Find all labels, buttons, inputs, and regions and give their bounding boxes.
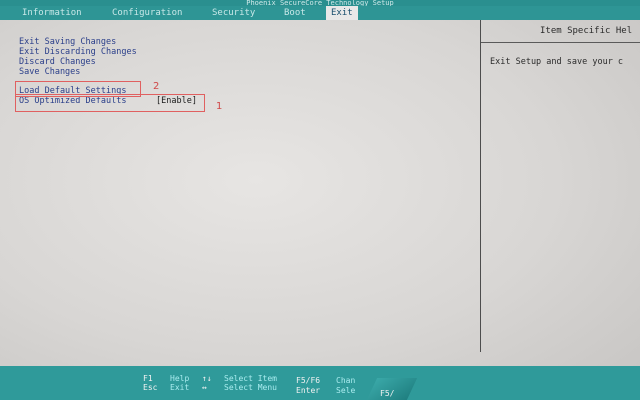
key-f1-desc: Help bbox=[170, 374, 190, 383]
key-enter-desc: Sele bbox=[336, 386, 356, 395]
annotation-number-1: 1 bbox=[216, 101, 223, 112]
key-up-down-arrows: ↑↓ bbox=[202, 374, 212, 383]
option-discard-changes[interactable]: Discard Changes bbox=[19, 57, 96, 67]
tab-information[interactable]: Information bbox=[22, 6, 82, 20]
key-f1: F1 bbox=[143, 374, 153, 383]
key-left-right-arrows: ↔ bbox=[202, 383, 207, 392]
option-save-changes[interactable]: Save Changes bbox=[19, 67, 80, 77]
key-help-bar: F1 Help Esc Exit ↑↓ Select Item ↔ Select… bbox=[0, 366, 640, 400]
key-left-right-desc: Select Menu bbox=[224, 383, 277, 392]
annotation-number-2: 2 bbox=[153, 81, 160, 92]
key-enter: Enter bbox=[296, 386, 321, 395]
option-exit-discarding-changes[interactable]: Exit Discarding Changes bbox=[19, 47, 137, 57]
key-f5-f6-desc: Chan bbox=[336, 376, 356, 385]
bios-screen: Phoenix SecureCore Technology Setup Info… bbox=[0, 0, 640, 400]
help-title: Item Specific Hel bbox=[540, 26, 633, 36]
tab-security[interactable]: Security bbox=[212, 6, 255, 20]
tab-boot[interactable]: Boot bbox=[284, 6, 306, 20]
menu-bar: Information Configuration Security Boot … bbox=[0, 6, 640, 20]
option-exit-saving-changes[interactable]: Exit Saving Changes bbox=[19, 37, 116, 47]
key-f5-partial: F5/ bbox=[380, 389, 395, 398]
tab-configuration[interactable]: Configuration bbox=[112, 6, 182, 20]
key-up-down-desc: Select Item bbox=[224, 374, 277, 383]
annotation-box-os-optimized bbox=[15, 94, 205, 112]
key-f5-f6: F5/F6 bbox=[296, 376, 321, 385]
help-header-divider bbox=[481, 42, 640, 43]
tab-exit[interactable]: Exit bbox=[326, 6, 358, 20]
options-panel: Exit Saving Changes Exit Discarding Chan… bbox=[0, 20, 480, 366]
key-esc: Esc bbox=[143, 383, 158, 392]
help-text: Exit Setup and save your c bbox=[490, 57, 624, 67]
panel-divider bbox=[480, 20, 481, 352]
key-esc-desc: Exit bbox=[170, 383, 190, 392]
